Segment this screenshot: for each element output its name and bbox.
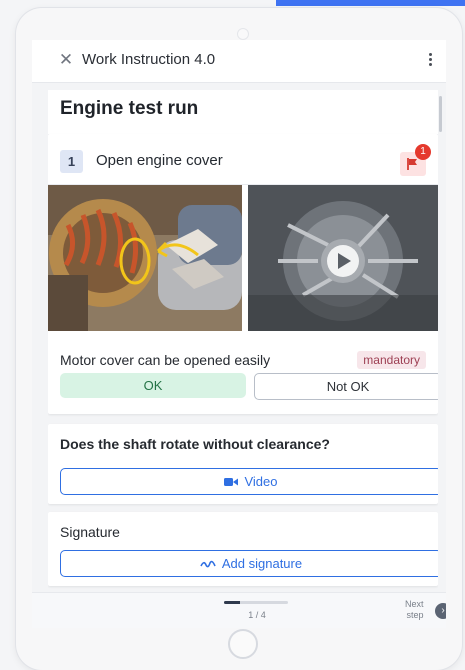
step-title: Open engine cover <box>96 152 223 169</box>
bottom-navigation: 1 / 4 Next step › <box>32 592 446 628</box>
check-item: Motor cover can be opened easily mandato… <box>48 351 438 414</box>
ok-button[interactable]: OK <box>60 373 246 398</box>
kebab-menu-icon[interactable] <box>424 51 436 69</box>
check-label: Motor cover can be opened easily <box>60 352 271 368</box>
app-screen: ✕ Work Instruction 4.0 Engine test run 1… <box>32 40 446 628</box>
home-button[interactable] <box>228 629 258 659</box>
page-indicator: 1 / 4 <box>248 610 266 620</box>
motor-coil-image[interactable] <box>48 185 242 331</box>
top-bar: ✕ Work Instruction 4.0 <box>32 40 446 83</box>
step-header: 1 Open engine cover 1 <box>48 134 438 185</box>
signature-card: Signature Add signature <box>48 512 438 586</box>
app-title: Work Instruction 4.0 <box>82 51 216 68</box>
add-signature-button[interactable]: Add signature <box>60 550 438 577</box>
chevron-right-icon[interactable]: › <box>435 603 446 619</box>
tablet-frame: ✕ Work Instruction 4.0 Engine test run 1… <box>16 8 462 670</box>
next-step-label-line1: Next <box>405 599 424 609</box>
shaft-question-card: Does the shaft rotate without clearance?… <box>48 424 438 504</box>
camera-dot <box>237 28 249 40</box>
signature-icon <box>200 560 216 567</box>
content-area: Engine test run 1 Open engine cover 1 Mo… <box>48 90 438 590</box>
engine-video-thumbnail[interactable] <box>248 185 438 331</box>
flag-count-badge: 1 <box>415 144 431 160</box>
close-icon[interactable]: ✕ <box>58 50 74 70</box>
add-signature-label: Add signature <box>221 556 303 571</box>
flag-button[interactable]: 1 <box>400 144 431 176</box>
step-card: 1 Open engine cover 1 Motor cover can be… <box>48 134 438 414</box>
signature-label: Signature <box>60 524 120 540</box>
not-ok-button[interactable]: Not OK <box>254 373 438 400</box>
video-camera-icon <box>224 477 239 486</box>
step-progress <box>224 601 288 604</box>
step-progress-fill <box>224 601 240 604</box>
flag-icon <box>407 158 417 170</box>
accent-strip <box>276 0 465 6</box>
page-title: Engine test run <box>60 98 199 119</box>
scrollbar[interactable] <box>439 96 442 132</box>
next-step-label-line2: step <box>406 610 424 620</box>
title-card: Engine test run <box>48 90 438 135</box>
video-button-label: Video <box>244 474 278 489</box>
mandatory-badge: mandatory <box>357 351 426 369</box>
video-button[interactable]: Video <box>60 468 438 495</box>
next-step-label[interactable]: Next step <box>405 599 424 621</box>
media-gallery <box>48 185 438 331</box>
question-label: Does the shaft rotate without clearance? <box>60 436 330 452</box>
step-number: 1 <box>60 150 83 173</box>
